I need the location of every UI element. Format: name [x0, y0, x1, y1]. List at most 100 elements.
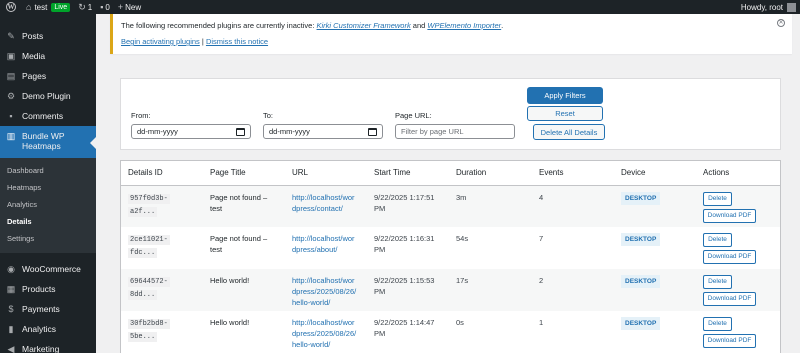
sidebar-item-woocommerce[interactable]: ◉ WooCommerce: [0, 259, 96, 279]
submenu-item-dashboard[interactable]: Dashboard: [0, 162, 96, 179]
notice-period: .: [501, 21, 504, 30]
delete-button[interactable]: Delete: [703, 317, 732, 331]
sidebar-item-payments[interactable]: $ Payments: [0, 299, 96, 319]
site-name: test: [34, 2, 48, 12]
start-time-cell: 9/22/2025 1:17:51 PM: [367, 185, 449, 227]
page-title-cell: Hello world!: [203, 269, 285, 311]
megaphone-icon: ◀: [7, 343, 15, 353]
close-icon[interactable]: ✕: [777, 19, 785, 27]
events-cell: 7: [539, 234, 544, 243]
start-time-cell: 9/22/2025 1:16:31 PM: [367, 227, 449, 269]
device-cell: DESKTOP: [614, 269, 696, 311]
submenu-item-heatmaps[interactable]: Heatmaps: [0, 179, 96, 196]
start-time-ampm: PM: [374, 329, 386, 338]
chart-icon: ▥: [6, 131, 16, 141]
pushpin-icon: ✎: [7, 30, 15, 41]
calendar-icon[interactable]: [236, 127, 245, 136]
page-url-input[interactable]: Filter by page URL: [395, 124, 515, 139]
notice-message: The following recommended plugins are cu…: [121, 21, 784, 31]
device-badge: DESKTOP: [621, 191, 661, 205]
details-table-wrapper: Details ID Page Title URL Start Time Dur…: [120, 160, 781, 353]
sidebar-item-posts[interactable]: ✎ Posts: [0, 26, 96, 46]
begin-activating-link[interactable]: Begin activating plugins: [121, 37, 200, 46]
new-content-menu[interactable]: + New: [114, 0, 145, 14]
url-cell[interactable]: http://localhost/wor dpress/2025/08/26/he…: [285, 269, 367, 311]
sidebar-item-label: Demo Plugin: [22, 91, 71, 101]
url-cell[interactable]: http://localhost/wor dpress/contact/: [285, 185, 367, 227]
submenu-item-analytics[interactable]: Analytics: [0, 196, 96, 213]
page-title: Hello world!: [210, 276, 250, 285]
dismiss-notice-link[interactable]: Dismiss this notice: [206, 37, 268, 46]
from-date-input[interactable]: dd-mm-yyyy: [131, 124, 251, 139]
start-time-ampm: PM: [374, 287, 386, 296]
download-pdf-button[interactable]: Download PDF: [703, 334, 756, 348]
url-cell[interactable]: http://localhost/wor dpress/2025/08/26/he…: [285, 311, 367, 353]
page-title-cont: test: [210, 245, 223, 254]
page-title: Page not found –: [210, 234, 268, 243]
details-id: 957f0d3b-: [128, 193, 170, 204]
delete-button[interactable]: Delete: [703, 233, 732, 247]
sidebar-item-media[interactable]: ▣ Media: [0, 46, 96, 66]
device-cell: DESKTOP: [614, 227, 696, 269]
plugin-link-wpelemento[interactable]: WPElemento Importer: [427, 21, 501, 30]
device-cell: DESKTOP: [614, 311, 696, 353]
duration-cell: 54s: [456, 234, 469, 243]
comments-menu[interactable]: ▪ 0: [96, 0, 114, 14]
plugin-link-kirki[interactable]: Kirki Customizer Framework: [317, 21, 411, 30]
url-cont: dpress/2025/08/26/: [292, 329, 357, 338]
wordpress-logo-menu[interactable]: W: [0, 0, 22, 14]
reset-button[interactable]: Reset: [527, 106, 603, 121]
delete-button[interactable]: Delete: [703, 191, 732, 206]
submenu-item-details[interactable]: Details: [0, 213, 96, 230]
sidebar-item-analytics[interactable]: ▮ Analytics: [0, 319, 96, 339]
column-header-url[interactable]: URL: [285, 161, 367, 186]
sidebar-item-demo-plugin[interactable]: ⚙ Demo Plugin: [0, 86, 96, 106]
device-badge: DESKTOP: [621, 317, 661, 330]
details-id-cont: a2f...: [128, 206, 158, 217]
apply-filters-button[interactable]: Apply Filters: [527, 87, 603, 104]
comment-icon: ▪: [100, 2, 104, 12]
sidebar-item-label: Bundle WP Heatmaps: [22, 131, 65, 151]
column-header-device[interactable]: Device: [614, 161, 696, 186]
download-pdf-button[interactable]: Download PDF: [703, 292, 756, 306]
delete-all-details-button[interactable]: Delete All Details: [533, 124, 605, 140]
column-header-events[interactable]: Events: [532, 161, 614, 186]
calendar-icon[interactable]: [368, 127, 377, 136]
page-title: Hello world!: [210, 318, 250, 327]
my-account-menu[interactable]: Howdy, root: [737, 0, 800, 14]
sidebar-item-comments[interactable]: ▪ Comments: [0, 106, 96, 126]
download-pdf-button[interactable]: Download PDF: [703, 250, 756, 264]
details-id: 69644572-: [128, 277, 170, 287]
url-cont2: hello-world/: [292, 340, 331, 349]
url-cell[interactable]: http://localhost/wor dpress/about/: [285, 227, 367, 269]
sidebar-item-marketing[interactable]: ◀ Marketing: [0, 339, 96, 353]
sidebar-item-products[interactable]: ▦ Products: [0, 279, 96, 299]
table-row: 30fb2bd8- 5be... Hello world! http://loca…: [121, 311, 780, 353]
details-id-cont: 5be...: [128, 332, 158, 342]
column-header-page-title[interactable]: Page Title: [203, 161, 285, 186]
submenu-item-settings[interactable]: Settings: [0, 230, 96, 247]
device-badge: DESKTOP: [621, 233, 661, 246]
sidebar-item-pages[interactable]: ▤ Pages: [0, 66, 96, 86]
duration-cell: 3m: [456, 192, 467, 202]
sidebar-item-label: Marketing: [22, 344, 60, 353]
admin-bar: W ⌂ test Live ↻ 1 ▪ 0 + New Howdy, root: [0, 0, 800, 14]
site-name-menu[interactable]: ⌂ test Live: [22, 0, 74, 14]
download-pdf-button[interactable]: Download PDF: [703, 208, 756, 223]
avatar: [787, 2, 796, 12]
delete-button[interactable]: Delete: [703, 275, 732, 289]
to-label: To:: [263, 111, 274, 120]
page-title-cell: Hello world!: [203, 311, 285, 353]
details-id-cell: 957f0d3b-a2f...: [121, 185, 203, 227]
url: http://localhost/wor: [292, 192, 355, 202]
to-date-input[interactable]: dd-mm-yyyy: [263, 124, 383, 139]
updates-menu[interactable]: ↻ 1: [74, 0, 96, 14]
column-header-duration[interactable]: Duration: [449, 161, 532, 186]
notice-text: The following recommended plugins are cu…: [121, 21, 317, 30]
device-badge: DESKTOP: [621, 275, 661, 288]
notice-actions: Begin activating plugins | Dismiss this …: [121, 37, 784, 47]
sidebar-item-bundle-wp-heatmaps[interactable]: ▥ Bundle WP Heatmaps: [0, 126, 96, 158]
column-header-details-id[interactable]: Details ID: [121, 161, 203, 186]
details-id: 2ce11021-: [128, 235, 170, 245]
column-header-start-time[interactable]: Start Time: [367, 161, 449, 186]
